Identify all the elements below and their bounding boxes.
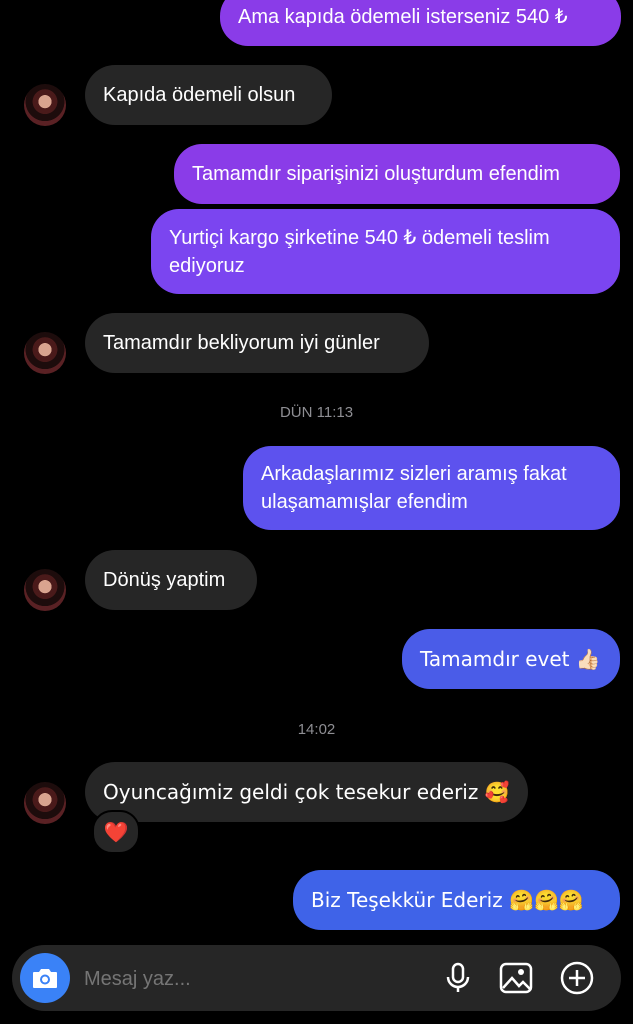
message-incoming[interactable]: Oyuncağımiz geldi çok tesekur ederiz 🥰 [85,762,528,822]
avatar[interactable] [24,84,66,126]
message-text: Oyuncağımiz geldi çok tesekur ederiz 🥰 [103,780,510,804]
message-incoming[interactable]: Dönüş yaptim [85,550,257,610]
timestamp: DÜN 11:13 [279,404,354,421]
microphone-icon[interactable] [441,961,475,995]
message-text: Biz Teşekkür Ederiz 🤗🤗🤗 [311,888,584,912]
message-input[interactable] [82,959,426,999]
message-text: Yurtiçi kargo şirketine 540 ₺ ödemeli te… [169,226,550,277]
avatar[interactable] [24,782,66,824]
message-text: Kapıda ödemeli olsun [103,84,296,106]
message-text: Tamamdır bekliyorum iyi günler [103,332,380,354]
avatar[interactable] [24,332,66,374]
message-outgoing[interactable]: Biz Teşekkür Ederiz 🤗🤗🤗 [293,870,620,930]
plus-circle-icon[interactable] [559,960,595,996]
message-outgoing[interactable]: Tamamdır siparişinizi oluşturdum efendim [174,144,620,204]
message-text: Arkadaşlarımız sizleri aramış fakat ulaş… [261,463,567,513]
gallery-icon[interactable] [499,961,533,995]
message-outgoing[interactable]: Ama kapıda ödemeli isterseniz 540 ₺ [220,0,621,46]
message-outgoing[interactable]: Tamamdır evet 👍🏻 [402,629,620,689]
message-text: Ama kapıda ödemeli isterseniz 540 ₺ [238,6,568,28]
heart-icon: ❤️ [103,820,129,844]
message-outgoing[interactable]: Yurtiçi kargo şirketine 540 ₺ ödemeli te… [151,209,620,294]
message-text: Dönüş yaptim [103,569,226,591]
timestamp: 14:02 [297,721,336,738]
camera-icon [33,969,57,988]
message-text: Tamamdır evet 👍🏻 [420,647,601,671]
message-outgoing[interactable]: Arkadaşlarımız sizleri aramış fakat ulaş… [243,446,620,530]
camera-button[interactable] [20,953,70,1003]
message-incoming[interactable]: Tamamdır bekliyorum iyi günler [85,313,429,373]
reaction-badge[interactable]: ❤️ [92,810,140,854]
message-incoming[interactable]: Kapıda ödemeli olsun [85,65,332,125]
message-composer [12,945,621,1011]
message-text: Tamamdır siparişinizi oluşturdum efendim [192,163,560,185]
avatar[interactable] [24,569,66,611]
